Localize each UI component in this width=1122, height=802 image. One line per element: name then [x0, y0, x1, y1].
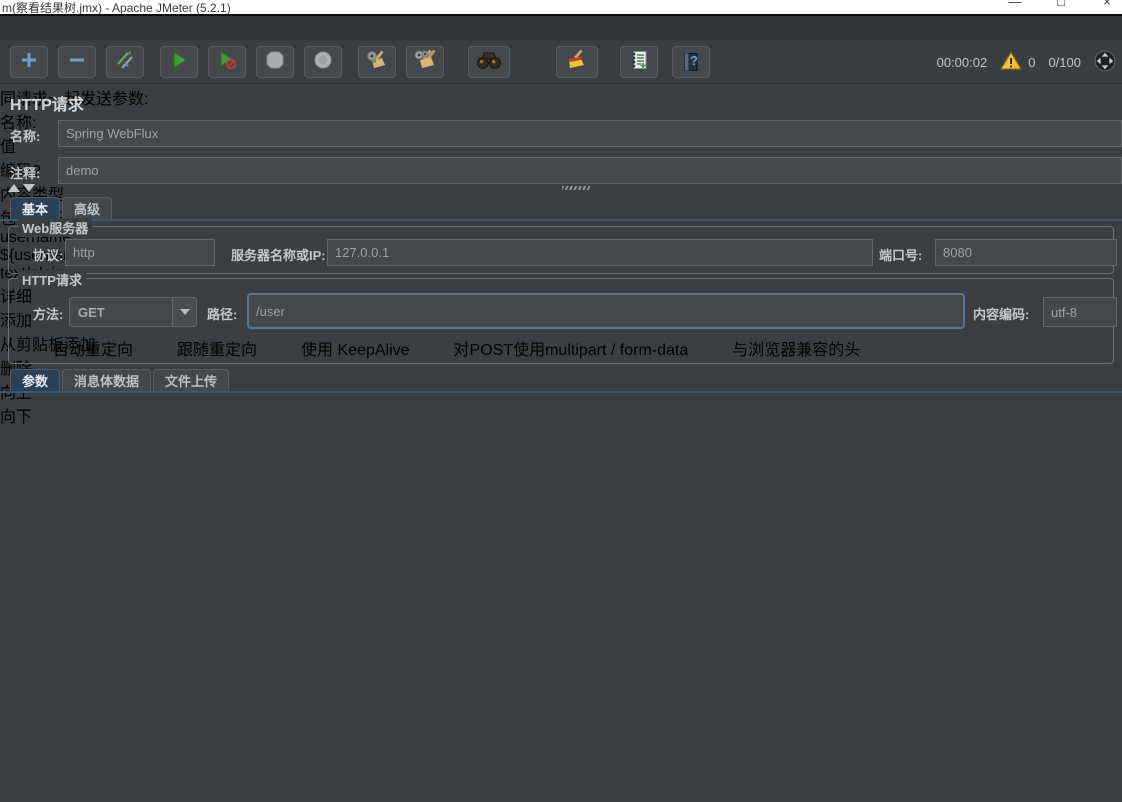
method-label: 方法:: [33, 304, 63, 323]
templates-button[interactable]: [106, 46, 144, 78]
window-title: m(察看结果树.jmx) - Apache JMeter (5.2.1): [2, 0, 231, 14]
checkbox-icon[interactable]: [432, 341, 447, 356]
tab-parameters[interactable]: 参数: [10, 369, 60, 391]
checkbox-keepalive[interactable]: 使用 KeepAlive: [279, 336, 410, 360]
request-options-row: 自动重定向 跟随重定向 使用 KeepAlive 对POST使用multipar…: [31, 336, 873, 360]
play-icon: [169, 50, 189, 75]
path-label: 路径:: [207, 304, 237, 323]
web-server-legend: Web服务器: [18, 218, 92, 237]
column-header-content-type[interactable]: 内容类型: [0, 181, 1122, 205]
checkbox-multipart[interactable]: 对POST使用multipart / form-data: [432, 336, 689, 360]
checkbox-icon[interactable]: [155, 341, 170, 356]
method-select[interactable]: GET: [69, 297, 197, 327]
warning-count: 0: [1028, 55, 1035, 70]
warning-icon: [1000, 51, 1022, 74]
warning-indicator[interactable]: 0: [1000, 51, 1035, 74]
checkbox-browser-compatible-headers[interactable]: 与浏览器兼容的头: [710, 336, 860, 360]
binoculars-icon: [476, 50, 502, 75]
jmeter-window: m(察看结果树.jmx) - Apache JMeter (5.2.1) — □…: [0, 0, 1122, 802]
checkbox-icon[interactable]: [31, 341, 46, 356]
broom-icon: [565, 49, 589, 76]
http-request-group: HTTP请求 方法: GET 路径: 内容编码: 自动重定向 跟随重定向: [8, 278, 1114, 364]
start-no-pauses-button[interactable]: [208, 46, 246, 78]
method-value: GET: [70, 298, 172, 326]
shutdown-circle-icon: [313, 50, 333, 75]
stop-button[interactable]: [256, 46, 294, 78]
encoding-input[interactable]: [1043, 297, 1117, 327]
tab-advanced[interactable]: 高级: [62, 197, 112, 219]
down-button[interactable]: 向下: [0, 403, 1122, 427]
checkbox-icon[interactable]: [279, 341, 294, 356]
function-helper-button[interactable]: [620, 46, 658, 78]
web-server-group: Web服务器 协议: 服务器名称或IP: 端口号:: [8, 226, 1114, 274]
protocol-input[interactable]: [65, 239, 215, 266]
tab-body-data[interactable]: 消息体数据: [62, 369, 151, 391]
name-label: 名称:: [10, 126, 40, 145]
port-input[interactable]: [935, 239, 1117, 266]
method-dropdown-button[interactable]: [172, 298, 196, 326]
clear-search-button[interactable]: [556, 46, 598, 78]
clear-all-button[interactable]: [406, 46, 444, 78]
plus-icon: [19, 50, 39, 75]
remove-button[interactable]: [58, 46, 96, 78]
minimize-button[interactable]: —: [1008, 0, 1022, 9]
port-label: 端口号:: [879, 245, 922, 264]
new-testplan-button[interactable]: [10, 46, 48, 78]
sampler-panel: HTTP请求 名称: 注释: 基本 高级 Web服务器 协议: 服务器名称或IP…: [0, 85, 1122, 802]
pencils-icon: [115, 50, 135, 75]
tab-basic[interactable]: 基本: [10, 197, 60, 219]
splitter-collapse-controls[interactable]: [8, 184, 35, 192]
tab-files-upload[interactable]: 文件上传: [153, 369, 229, 391]
page-title: HTTP请求: [10, 91, 84, 115]
params-table-caption: 同请求一起发送参数:: [0, 85, 1122, 109]
param-tab-underline: [0, 391, 1122, 393]
clear-button[interactable]: [358, 46, 396, 78]
path-input[interactable]: [247, 293, 965, 329]
gears-broom-icon: [414, 49, 436, 76]
menu-strip: [0, 16, 1122, 40]
minus-icon: [67, 50, 87, 75]
name-input[interactable]: [58, 120, 1122, 147]
http-request-legend: HTTP请求: [18, 270, 86, 289]
server-input[interactable]: [327, 239, 873, 266]
elapsed-timer: 00:00:02: [937, 55, 988, 70]
protocol-label: 协议:: [33, 245, 63, 264]
encoding-label: 内容编码:: [973, 304, 1029, 323]
maximize-button[interactable]: □: [1054, 0, 1068, 9]
server-label: 服务器名称或IP:: [231, 245, 326, 264]
comment-label: 注释:: [10, 163, 40, 182]
help-button[interactable]: ?: [672, 46, 710, 78]
help-book-icon: ?: [681, 52, 701, 72]
start-button[interactable]: [160, 46, 198, 78]
checkbox-icon[interactable]: [710, 341, 725, 356]
comment-input[interactable]: [58, 157, 1122, 184]
function-helper-icon: [629, 50, 649, 75]
stop-octagon-icon: [265, 50, 285, 75]
title-bar: m(察看结果树.jmx) - Apache JMeter (5.2.1) — □…: [0, 0, 1122, 14]
close-button[interactable]: ×: [1100, 0, 1114, 9]
checkbox-auto-redirect[interactable]: 自动重定向: [31, 336, 133, 360]
play-no-pause-icon: [217, 50, 237, 75]
thread-count: 0/100: [1048, 55, 1081, 70]
collapse-down-icon[interactable]: [23, 184, 35, 192]
toolbar: ? 00:00:02 0 0/100: [0, 40, 1122, 84]
tab-underline: [0, 219, 1122, 221]
collapse-up-icon[interactable]: [8, 184, 20, 192]
search-button[interactable]: [468, 46, 510, 78]
local-indicator-icon: [1094, 50, 1116, 75]
checkbox-follow-redirect[interactable]: 跟随重定向: [155, 336, 257, 360]
splitter-grip[interactable]: [562, 186, 590, 190]
gear-broom-icon: [366, 49, 388, 76]
shutdown-button[interactable]: [304, 46, 342, 78]
chevron-down-icon: [180, 309, 190, 315]
